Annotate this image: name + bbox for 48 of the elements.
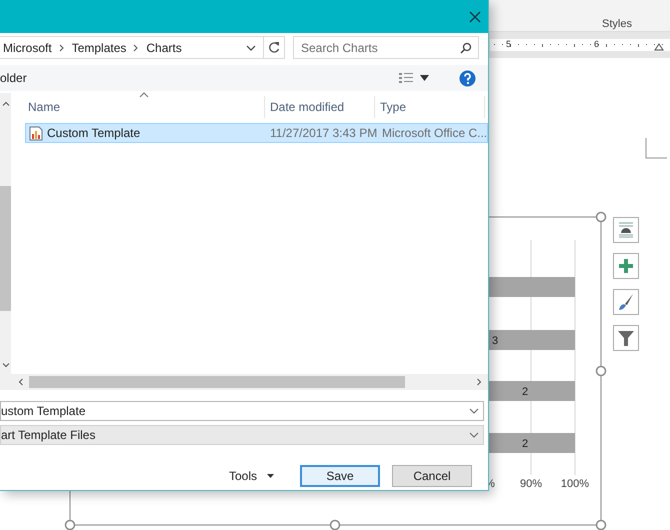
layout-options-icon[interactable] [613, 217, 639, 243]
dropdown-icon [267, 474, 274, 478]
column-header[interactable]: Date modified [265, 96, 375, 118]
tools-button[interactable]: Tools [228, 469, 274, 483]
chevron-icon [133, 44, 140, 52]
chevron-icon [58, 44, 65, 52]
ruler-number: 6 [594, 39, 600, 49]
breadcrumb-item[interactable]: Microsoft [3, 40, 52, 54]
filter-icon[interactable] [613, 325, 639, 351]
plus-icon[interactable] [613, 253, 639, 279]
ribbon-group-label: Styles [602, 18, 632, 30]
brush-icon[interactable] [613, 289, 639, 315]
axis-label: 90% [520, 478, 542, 490]
file-row[interactable]: Custom Template 11/27/2017 3:43 PM Microsoft Office C... [25, 123, 488, 143]
file-name-field[interactable]: ustom Template [0, 401, 484, 421]
cancel-button[interactable]: Cancel [392, 465, 472, 487]
scroll-left-icon[interactable] [18, 378, 23, 386]
file-name: Custom Template [47, 126, 140, 140]
chart-file-icon [29, 126, 43, 140]
refresh-icon[interactable] [268, 41, 280, 54]
scroll-up-icon[interactable] [2, 101, 10, 106]
sort-caret-icon [139, 92, 149, 98]
data-label: 2 [522, 386, 528, 398]
scroll-down-icon[interactable] [2, 363, 10, 368]
ruler-number: 5 [506, 39, 512, 49]
data-label: 2 [522, 438, 528, 450]
save-button[interactable]: Save [300, 465, 380, 487]
page-corner-mark [645, 138, 667, 160]
scrollbar-thumb[interactable] [29, 376, 405, 388]
file-type: Microsoft Office C... [381, 126, 488, 140]
help-icon[interactable] [459, 70, 476, 86]
breadcrumb-item[interactable]: Templates [72, 40, 126, 54]
dropdown-icon [469, 432, 479, 438]
view-options-icon[interactable] [398, 72, 414, 84]
dropdown-icon [469, 408, 479, 414]
date-modified: 11/27/2017 3:43 PM [269, 126, 378, 140]
column-header[interactable]: Type [375, 96, 485, 118]
scroll-right-icon[interactable] [477, 378, 482, 386]
column-header[interactable]: Name [11, 96, 265, 118]
save-as-type-dropdown[interactable]: art Template Files [0, 425, 484, 445]
axis-label: 100% [560, 478, 590, 490]
data-label: 3 [492, 335, 498, 347]
close-icon[interactable] [468, 10, 482, 24]
search-icon [460, 42, 472, 54]
dropdown-icon[interactable] [420, 75, 429, 81]
scrollbar-thumb[interactable] [0, 186, 11, 311]
breadcrumb-item[interactable]: Charts [146, 40, 182, 54]
search-field[interactable]: Search Charts [293, 36, 479, 59]
